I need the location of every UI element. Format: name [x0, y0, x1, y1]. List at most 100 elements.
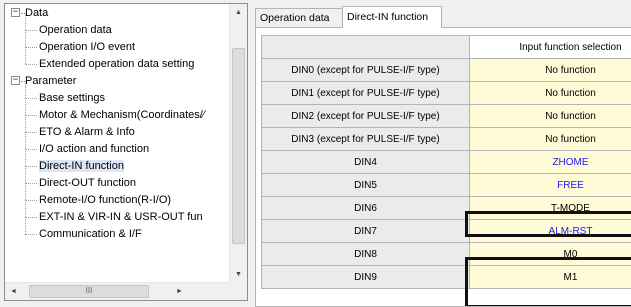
row-header-cell: DIN6 [262, 197, 470, 220]
tree-connector [25, 149, 26, 166]
table-row: DIN5FREE [262, 174, 631, 197]
tree-connector [25, 47, 37, 48]
tree-connector [25, 217, 37, 218]
tree-item-extended-operation-data-setting[interactable]: Extended operation data setting [39, 56, 194, 72]
table-row: DIN6T-MODE [262, 197, 631, 220]
grid-body: DIN0 (except for PULSE-I/F type)No funct… [262, 59, 631, 289]
tree-item-direct-out-function[interactable]: Direct-OUT function [39, 175, 136, 191]
tree-item-label: Direct-IN function [39, 160, 124, 172]
row-header-cell: DIN9 [262, 266, 470, 289]
table-row: DIN3 (except for PULSE-I/F type)No funct… [262, 128, 631, 151]
scroll-corner [230, 283, 247, 300]
input-function-cell[interactable]: M1 [470, 266, 631, 289]
grid-header-row: Input function selection [262, 36, 631, 59]
tree-item-label: Remote-I/O function(R-I/O) [39, 194, 171, 206]
table-row: DIN1 (except for PULSE-I/F type)No funct… [262, 82, 631, 105]
table-row: DIN7ALM-RST [262, 220, 631, 243]
scroll-up-icon[interactable]: ▲ [230, 4, 247, 21]
tree-item-remote-i-o-function-r-i-o[interactable]: Remote-I/O function(R-I/O) [39, 192, 171, 208]
tree-item-label: Operation data [39, 24, 112, 36]
tree-item-label: Extended operation data setting [39, 58, 194, 70]
tree-connector [25, 98, 26, 115]
tree-item-label: Base settings [39, 92, 105, 104]
tree-connector [25, 64, 37, 65]
tree-connector [25, 183, 26, 200]
row-header-cell: DIN8 [262, 243, 470, 266]
tree-connector [25, 166, 26, 183]
input-function-cell[interactable]: No function [470, 105, 631, 128]
column-header-input-function: Input function selection [470, 36, 631, 59]
input-function-cell[interactable]: M0 [470, 243, 631, 266]
tree-connector [25, 81, 26, 98]
row-header-cell: DIN5 [262, 174, 470, 197]
tree-connector [25, 115, 37, 116]
row-header-cell: DIN3 (except for PULSE-I/F type) [262, 128, 470, 151]
tab-operation-data[interactable]: Operation data [255, 8, 343, 27]
vertical-scroll-thumb[interactable] [232, 48, 245, 244]
input-function-cell[interactable]: FREE [470, 174, 631, 197]
scroll-left-icon[interactable]: ◄ [5, 283, 22, 300]
input-function-cell[interactable]: T-MODE [470, 197, 631, 220]
scroll-right-icon[interactable]: ► [171, 283, 188, 300]
tree-connector [25, 217, 26, 234]
tree-item-ext-in-vir-in-usr-out-fun[interactable]: EXT-IN & VIR-IN & USR-OUT fun [39, 209, 203, 225]
scroll-down-icon[interactable]: ▼ [230, 266, 247, 283]
tree-item-i-o-action-and-function[interactable]: I/O action and function [39, 141, 149, 157]
tree-connector [25, 30, 37, 31]
tree-items: −DataOperation dataOperation I/O eventEx… [5, 4, 230, 283]
corner-header-cell [262, 36, 470, 59]
collapse-toggle-icon[interactable]: − [11, 8, 20, 17]
table-row: DIN4ZHOME [262, 151, 631, 174]
input-function-cell[interactable]: No function [470, 128, 631, 151]
tree-connector [25, 115, 26, 132]
tree-item-operation-i-o-event[interactable]: Operation I/O event [39, 39, 135, 55]
tree-connector [25, 30, 26, 47]
table-row: DIN0 (except for PULSE-I/F type)No funct… [262, 59, 631, 82]
tree-item-label: I/O action and function [39, 143, 149, 155]
tree-horizontal-scrollbar[interactable]: ◄ III ► [5, 282, 230, 300]
tree-connector [25, 166, 37, 167]
table-row: DIN9M1 [262, 266, 631, 289]
tree-item-direct-in-function[interactable]: Direct-IN function [39, 158, 124, 174]
tree-item-communication-i-f[interactable]: Communication & I/F [39, 226, 142, 242]
tab-label: Operation data [260, 12, 329, 24]
input-function-cell[interactable]: ZHOME [470, 151, 631, 174]
tree-connector [25, 149, 37, 150]
tree-item-motor-mechanism-coordinates[interactable]: Motor & Mechanism(Coordinates/⁄ [39, 107, 205, 123]
tree-connector [25, 234, 37, 235]
tree-node-label: Parameter [25, 75, 76, 87]
tree-node-data[interactable]: Data [25, 5, 48, 21]
tree-connector [25, 132, 26, 149]
input-function-cell[interactable]: No function [470, 59, 631, 82]
tree-item-base-settings[interactable]: Base settings [39, 90, 105, 106]
horizontal-scroll-thumb[interactable]: III [29, 285, 149, 298]
table-row: DIN8M0 [262, 243, 631, 266]
tree-node-label: Data [25, 7, 48, 19]
input-function-cell[interactable]: No function [470, 82, 631, 105]
input-function-cell[interactable]: ALM-RST [470, 220, 631, 243]
table-row: DIN2 (except for PULSE-I/F type)No funct… [262, 105, 631, 128]
tree-connector [25, 98, 37, 99]
scroll-grip-icon: III [86, 286, 93, 295]
tree-item-label: ETO & Alarm & Info [39, 126, 135, 138]
tree-connector [25, 132, 37, 133]
tree-connector [25, 183, 37, 184]
row-header-cell: DIN0 (except for PULSE-I/F type) [262, 59, 470, 82]
tree-item-label: Motor & Mechanism(Coordinates/⁄ [39, 109, 205, 121]
tab-direct-in-function[interactable]: Direct-IN function [342, 6, 442, 28]
tree-view: −DataOperation dataOperation I/O eventEx… [4, 3, 248, 301]
direct-in-grid: Input function selection DIN0 (except fo… [261, 35, 631, 289]
tree-connector [25, 200, 37, 201]
tree-item-label: Communication & I/F [39, 228, 142, 240]
tree-item-label: Operation I/O event [39, 41, 135, 53]
tab-label: Direct-IN function [347, 11, 428, 23]
tree-node-parameter[interactable]: Parameter [25, 73, 76, 89]
collapse-toggle-icon[interactable]: − [11, 76, 20, 85]
tree-vertical-scrollbar[interactable]: ▲ ▼ [229, 4, 247, 283]
tree-connector [25, 47, 26, 64]
row-header-cell: DIN4 [262, 151, 470, 174]
tree-item-eto-alarm-info[interactable]: ETO & Alarm & Info [39, 124, 135, 140]
row-header-cell: DIN2 (except for PULSE-I/F type) [262, 105, 470, 128]
tree-item-operation-data[interactable]: Operation data [39, 22, 112, 38]
tree-connector [25, 200, 26, 217]
